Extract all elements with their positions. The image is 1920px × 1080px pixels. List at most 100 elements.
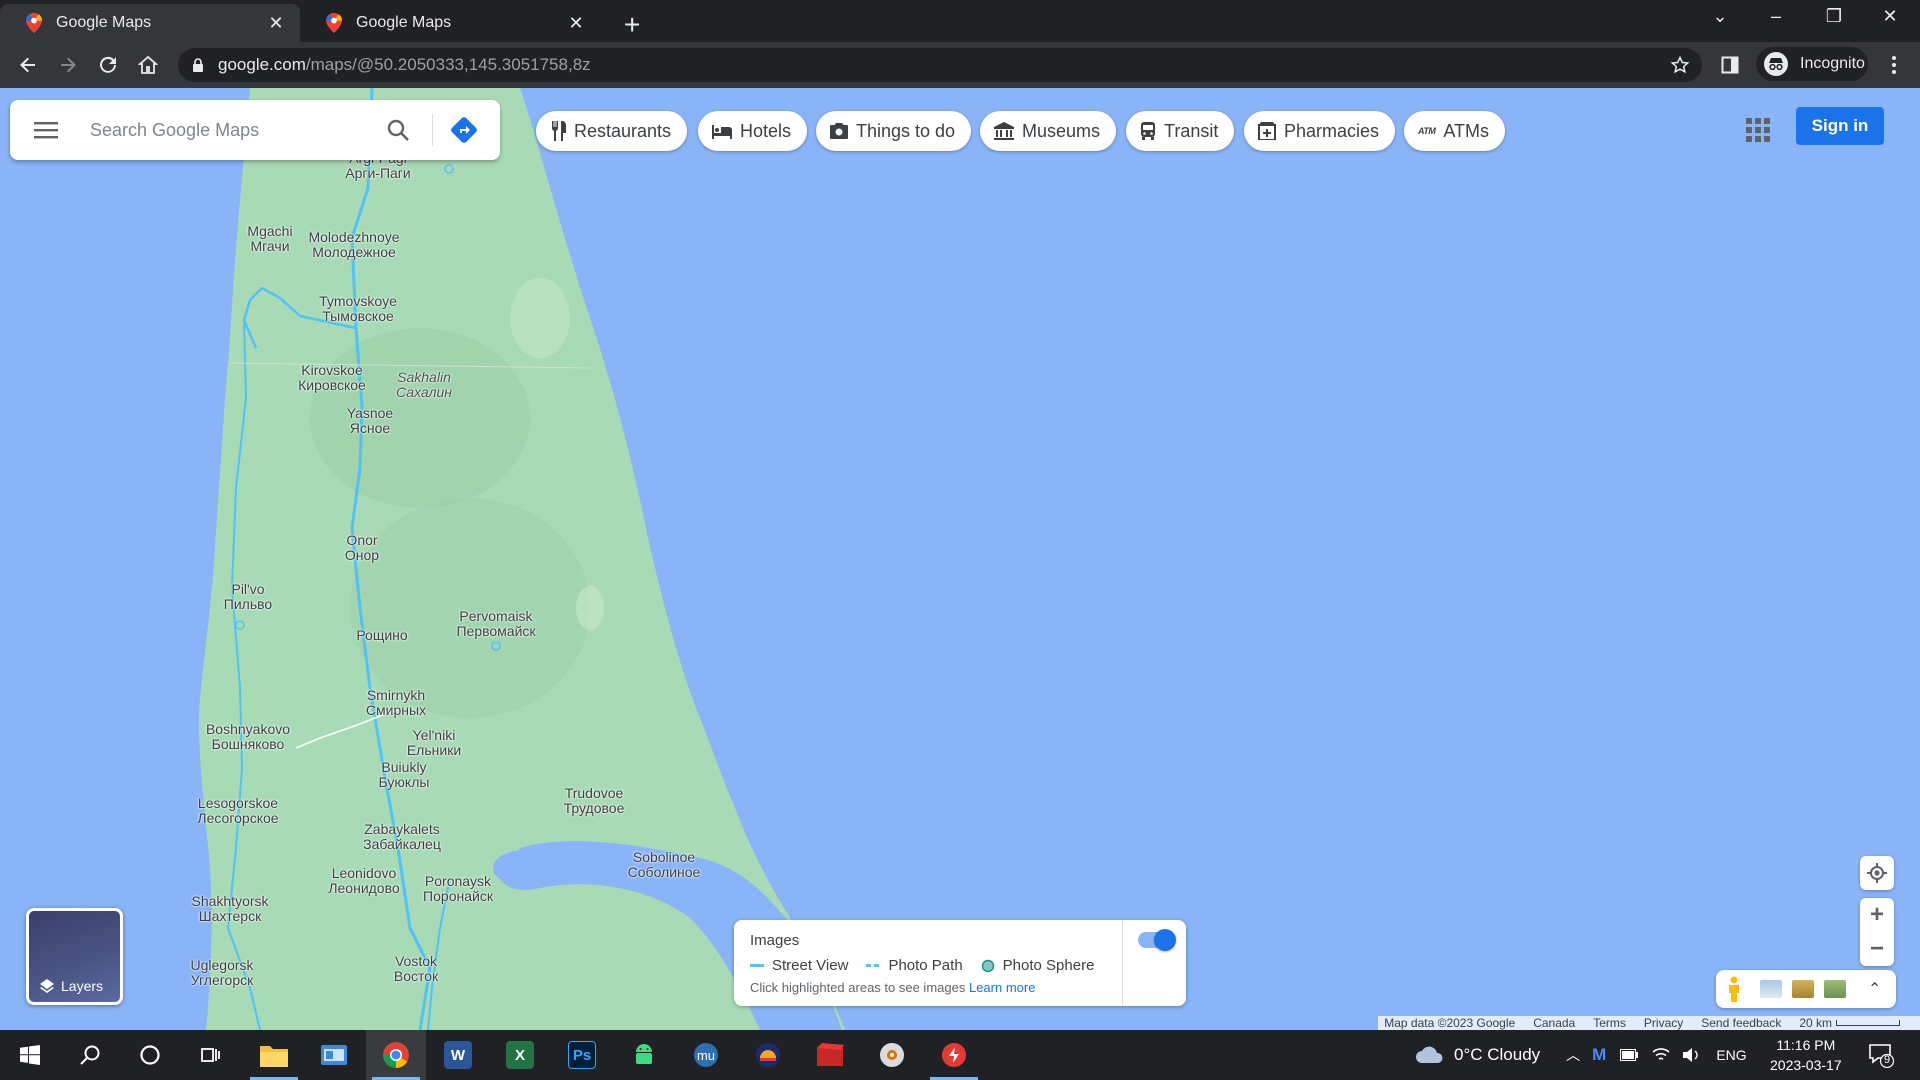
mu-icon[interactable]: mu — [676, 1030, 736, 1080]
wifi-icon[interactable] — [1652, 1047, 1670, 1063]
place-label[interactable]: Boshnyakovo Бошняково — [206, 722, 290, 752]
place-label[interactable]: Pil'vo Пильво — [224, 582, 272, 612]
cortana-icon[interactable] — [120, 1030, 180, 1080]
scale-bar[interactable]: 20 km — [1799, 1016, 1900, 1030]
google-apps-icon[interactable] — [1746, 118, 1770, 142]
zoom-out-button[interactable]: − — [1870, 932, 1884, 966]
place-label[interactable]: Smirnykh Смирных — [366, 688, 426, 718]
battery-icon[interactable] — [1620, 1049, 1639, 1061]
excel-icon[interactable]: X — [490, 1030, 550, 1080]
kebab-menu-icon[interactable] — [1880, 51, 1908, 79]
place-label[interactable]: Poronaysk Поронайск — [423, 874, 493, 904]
place-label[interactable]: Рощино — [356, 628, 407, 643]
close-window-button[interactable]: ✕ — [1870, 6, 1910, 27]
zoom-in-button[interactable]: + — [1870, 898, 1884, 932]
word-icon[interactable]: W — [428, 1030, 488, 1080]
media-player-icon[interactable] — [862, 1030, 922, 1080]
place-label[interactable]: Trudovoe Трудовое — [564, 786, 625, 816]
chevron-up-icon[interactable]: ⌃ — [1868, 979, 1881, 999]
learn-more-link[interactable]: Learn more — [969, 980, 1035, 995]
sidepanel-icon[interactable] — [1716, 51, 1744, 79]
send-feedback-link[interactable]: Send feedback — [1701, 1016, 1781, 1030]
pegman-icon[interactable] — [1726, 976, 1742, 1002]
file-explorer-icon[interactable] — [244, 1030, 304, 1080]
images-toggle[interactable] — [1138, 929, 1176, 951]
volume-icon[interactable] — [1682, 1047, 1700, 1063]
vpn-icon[interactable] — [738, 1030, 798, 1080]
place-label[interactable]: Onor Онор — [345, 533, 379, 563]
chrome-icon[interactable] — [366, 1030, 426, 1080]
map-canvas[interactable]: Argi-PagiАрги-Паги MgachiМгачи Molodezhn… — [0, 88, 1920, 1030]
chip-transit[interactable]: Transit — [1126, 111, 1235, 151]
place-label[interactable]: Shakhtyorsk Шахтерск — [191, 894, 268, 924]
place-label[interactable]: Pervomaisk Первомайск — [456, 609, 535, 639]
photoshop-icon[interactable]: Ps — [552, 1030, 612, 1080]
hamburger-menu-icon[interactable] — [34, 120, 58, 140]
place-label[interactable]: Lesogorskoe Лесогорское — [197, 796, 278, 826]
tab-google-maps-1[interactable]: Google Maps ✕ — [0, 4, 300, 42]
notification-count: 9 — [1883, 1054, 1891, 1066]
bed-icon — [712, 123, 732, 139]
android-icon[interactable] — [614, 1030, 674, 1080]
video-app-icon[interactable] — [800, 1030, 860, 1080]
my-location-button[interactable] — [1860, 856, 1894, 890]
place-label[interactable]: Vostok Восток — [394, 954, 438, 984]
place-label[interactable]: Kirovskoe Кировское — [298, 363, 366, 393]
power-app-icon[interactable] — [924, 1030, 984, 1080]
chip-atms[interactable]: ATM ATMs — [1404, 111, 1505, 151]
chip-pharmacies[interactable]: Pharmacies — [1244, 111, 1396, 151]
tab-google-maps-2[interactable]: Google Maps ✕ — [300, 4, 600, 42]
place-label[interactable]: Molodezhnoye Молодежное — [308, 230, 399, 260]
forward-arrow-icon[interactable] — [54, 51, 82, 79]
imagery-thumbnail[interactable] — [1760, 980, 1782, 998]
imagery-thumbnail[interactable] — [1824, 980, 1846, 998]
language-indicator[interactable]: ENG — [1716, 1047, 1746, 1063]
privacy-link[interactable]: Privacy — [1644, 1016, 1683, 1030]
incognito-profile-button[interactable]: Incognito — [1756, 47, 1868, 81]
malwarebytes-icon[interactable]: M — [1592, 1045, 1606, 1065]
star-icon[interactable] — [1670, 55, 1690, 75]
search-icon[interactable] — [386, 118, 410, 142]
sign-in-button[interactable]: Sign in — [1796, 107, 1884, 145]
lock-icon[interactable] — [192, 58, 204, 72]
notification-center-icon[interactable]: 9 — [1868, 1042, 1895, 1073]
tab-search-icon[interactable]: ⌄ — [1700, 6, 1740, 27]
place-label[interactable]: Mgachi Мгачи — [247, 224, 292, 254]
clock[interactable]: 11:16 PM 2023-03-17 — [1770, 1035, 1842, 1075]
weather-text[interactable]: 0°C Cloudy — [1454, 1045, 1540, 1065]
windows-start-icon[interactable] — [0, 1030, 60, 1080]
place-label[interactable]: Uglegorsk Углегорск — [190, 958, 253, 988]
chip-restaurants[interactable]: Restaurants — [536, 111, 688, 151]
new-tab-button[interactable]: + — [624, 9, 640, 41]
search-icon[interactable] — [60, 1030, 120, 1080]
chip-things-to-do[interactable]: Things to do — [816, 111, 972, 151]
reload-icon[interactable] — [94, 51, 122, 79]
chip-museums[interactable]: Museums — [980, 111, 1117, 151]
address-bar[interactable]: google.com/maps/@50.2050333,145.3051758,… — [178, 48, 1702, 82]
place-label[interactable]: Sobolinoe Соболиное — [628, 850, 701, 880]
place-label[interactable]: Leonidovo Леонидово — [328, 866, 399, 896]
home-icon[interactable] — [134, 51, 162, 79]
place-label[interactable]: Zabaykalets Забайкалец — [363, 822, 441, 852]
terms-link[interactable]: Terms — [1593, 1016, 1626, 1030]
imagery-thumbnail[interactable] — [1792, 980, 1814, 998]
google-maps-pin-icon — [26, 13, 42, 33]
control-panel-icon[interactable] — [304, 1030, 364, 1080]
search-input[interactable] — [90, 119, 380, 141]
restore-button[interactable]: ❐ — [1814, 6, 1854, 27]
place-name: Zabaykalets — [364, 821, 440, 837]
layers-button[interactable]: Layers — [26, 908, 123, 1005]
place-label[interactable]: Buiukly Буюклы — [379, 760, 430, 790]
chevron-up-icon[interactable]: ︿ — [1566, 1045, 1580, 1065]
task-view-icon[interactable] — [180, 1030, 240, 1080]
back-arrow-icon[interactable] — [14, 51, 42, 79]
chip-hotels[interactable]: Hotels — [698, 111, 808, 151]
region-link[interactable]: Canada — [1533, 1016, 1575, 1030]
close-tab-icon[interactable]: ✕ — [566, 13, 586, 34]
close-tab-icon[interactable]: ✕ — [266, 13, 286, 34]
place-label[interactable]: Tymovskoye Тымовское — [319, 294, 397, 324]
place-label[interactable]: Yasnoe Ясное — [347, 406, 393, 436]
minimize-button[interactable]: – — [1756, 6, 1796, 27]
directions-icon[interactable] — [450, 116, 478, 144]
place-label[interactable]: Yel'niki Ельники — [407, 728, 461, 758]
